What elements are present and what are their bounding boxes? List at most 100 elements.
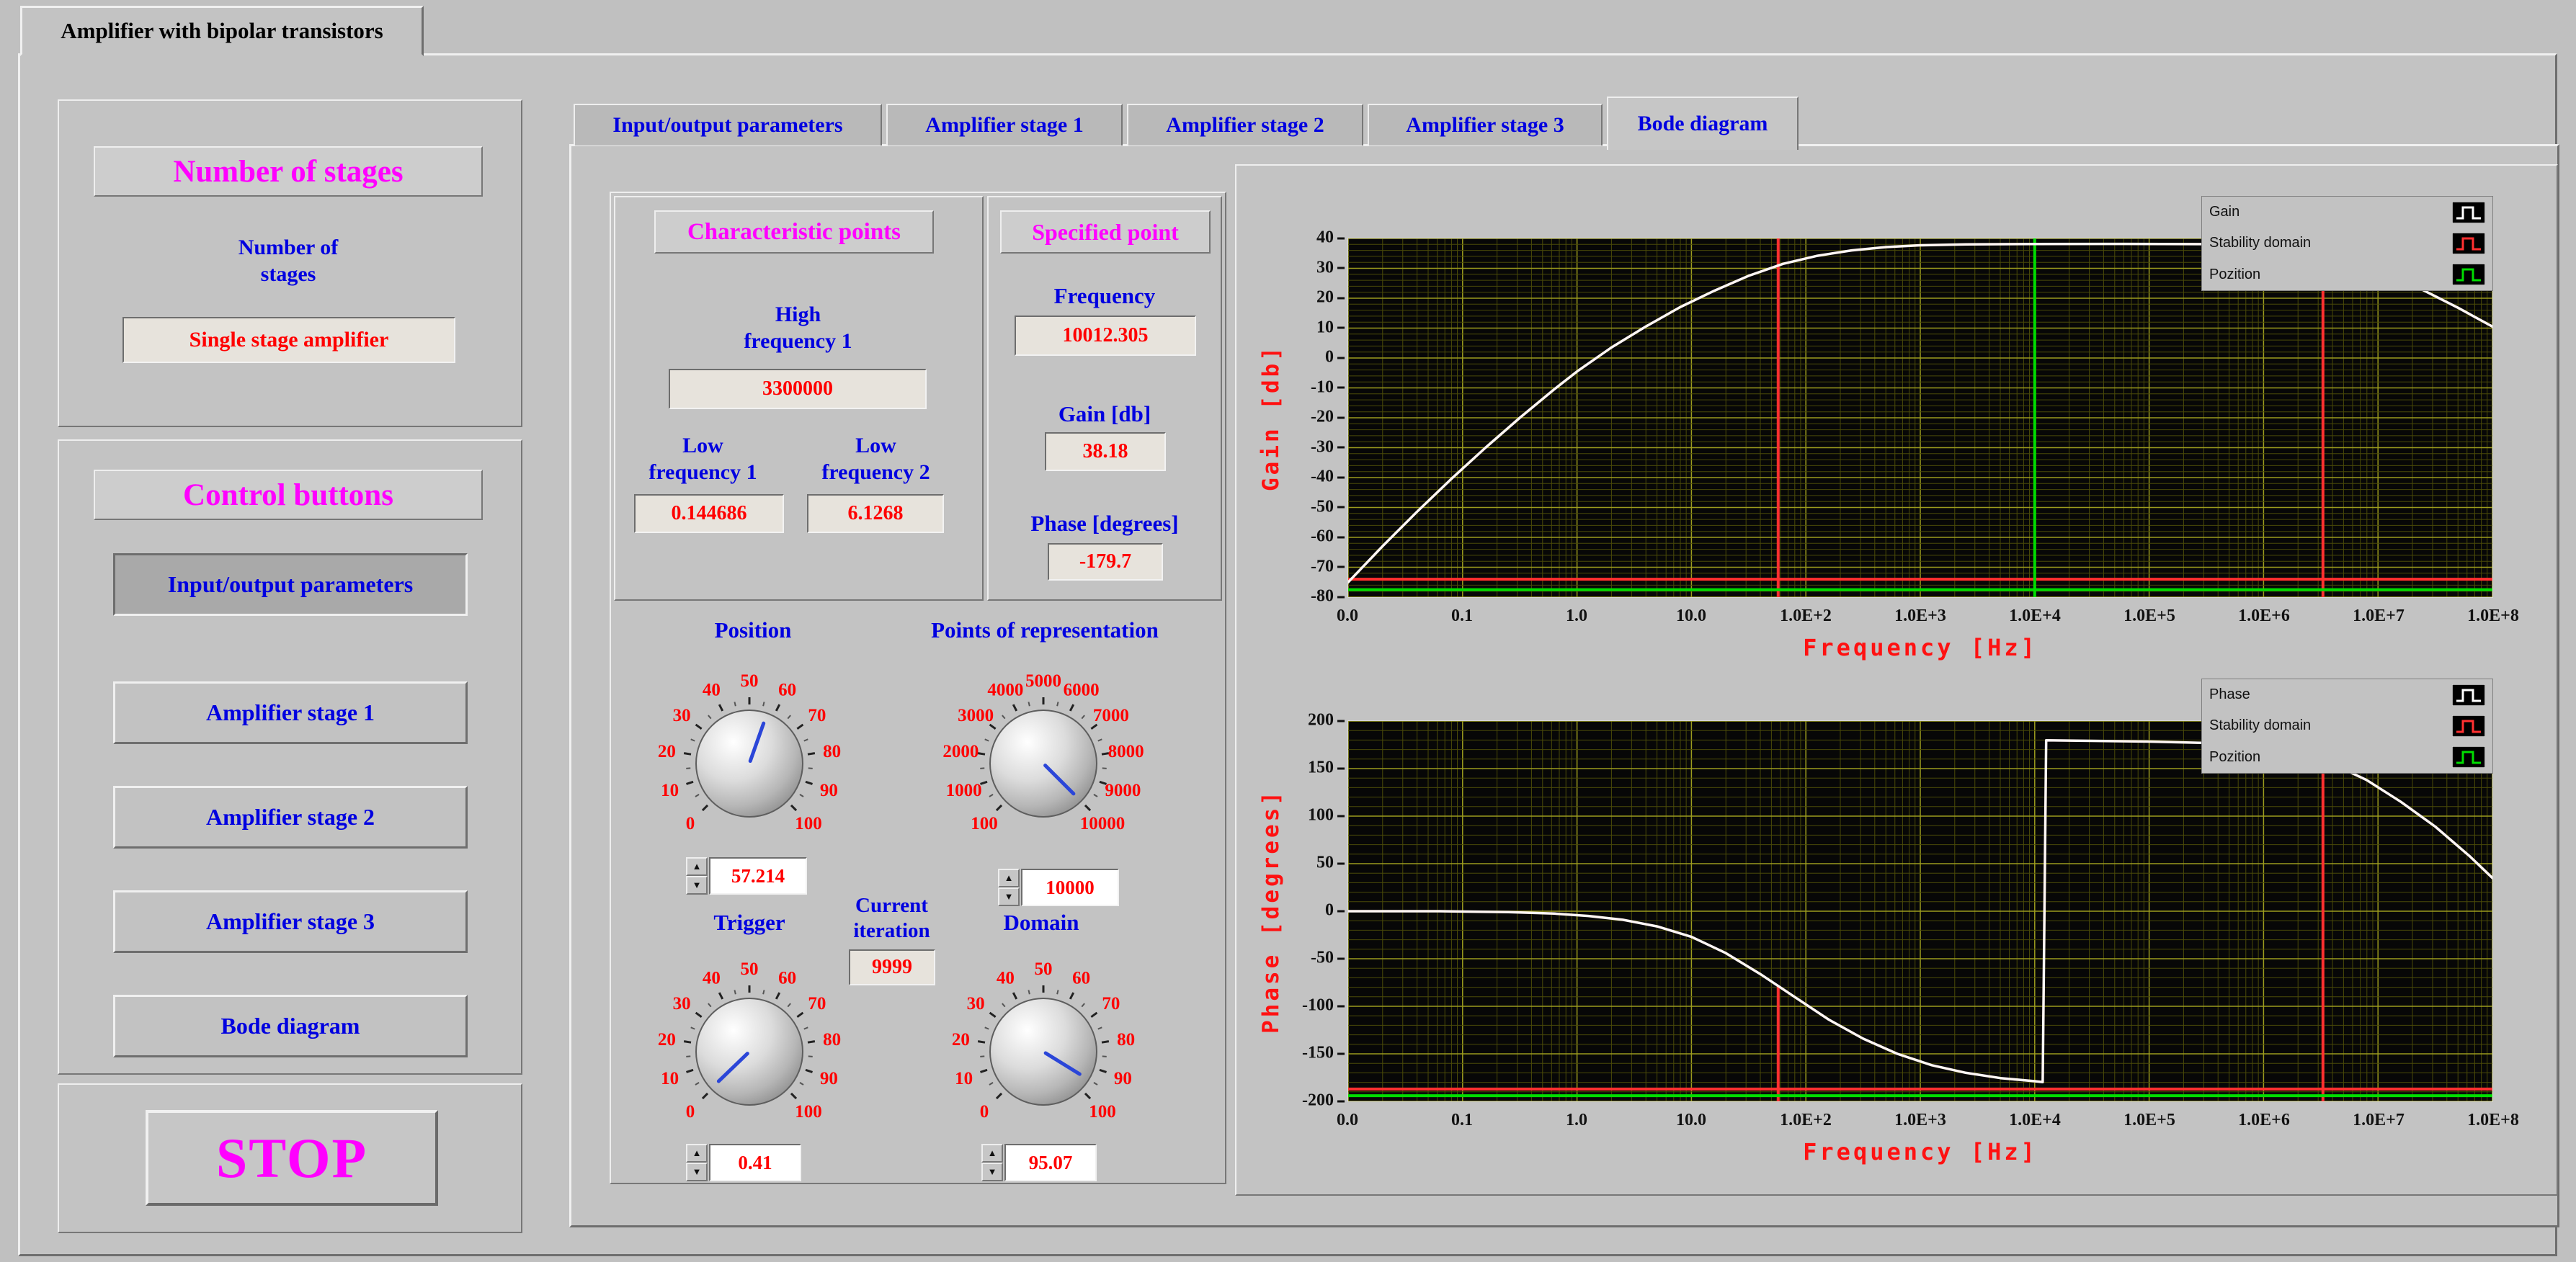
specified-frequency-label: Frequency <box>987 282 1222 309</box>
phase-legend: PhaseStability domain Pozition <box>2201 679 2493 774</box>
position-decrement-button[interactable]: ▼ <box>686 876 708 895</box>
svg-text:10: 10 <box>661 781 679 800</box>
x-tick-label: 1.0E+5 <box>2123 607 2175 626</box>
position-knob[interactable]: 0102030405060708090100 <box>634 648 865 879</box>
svg-text:60: 60 <box>1072 969 1090 988</box>
domain-knob[interactable]: 0102030405060708090100 <box>928 936 1159 1167</box>
legend-item-stability-domain[interactable]: Stability domain <box>2202 228 2492 259</box>
tab-amplifier-stage-3[interactable]: Amplifier stage 3 <box>1368 104 1603 146</box>
svg-text:8000: 8000 <box>1108 742 1144 761</box>
svg-text:80: 80 <box>823 742 841 761</box>
bode-diagram-button[interactable]: Bode diagram <box>113 995 468 1057</box>
svg-text:100: 100 <box>795 1102 822 1122</box>
trigger-knob[interactable]: 0102030405060708090100 <box>634 936 865 1167</box>
svg-text:0: 0 <box>686 814 695 833</box>
specified-frequency-value: 10012.305 <box>1015 316 1196 356</box>
svg-text:70: 70 <box>808 706 826 725</box>
amplifier-stage-3-button[interactable]: Amplifier stage 3 <box>113 890 468 953</box>
x-tick-label: 1.0E+5 <box>2123 1111 2175 1130</box>
svg-text:100: 100 <box>1089 1102 1116 1122</box>
y-tick-label: -80 <box>1311 587 1345 607</box>
y-tick-label: -50 <box>1311 949 1345 968</box>
control-buttons-header: Control buttons <box>94 470 483 520</box>
domain-increment-button[interactable]: ▲ <box>981 1144 1003 1163</box>
y-tick-label: -60 <box>1311 527 1345 547</box>
x-tick-label: 10.0 <box>1676 1111 1706 1130</box>
input-output-parameters-button[interactable]: Input/output parameters <box>113 553 468 616</box>
points-spinner: ▲▼ 10000 <box>998 869 1119 906</box>
points-value: 10000 <box>1046 877 1095 899</box>
svg-text:20: 20 <box>952 1030 970 1050</box>
gain-x-ticks: 0.00.11.010.01.0E+21.0E+31.0E+41.0E+51.0… <box>1347 607 2493 631</box>
amplifier-stage-2-button[interactable]: Amplifier stage 2 <box>113 786 468 849</box>
svg-text:70: 70 <box>808 994 826 1013</box>
trigger-decrement-button[interactable]: ▼ <box>686 1163 708 1181</box>
svg-text:30: 30 <box>673 706 691 725</box>
domain-value: 95.07 <box>1029 1152 1073 1174</box>
points-decrement-button[interactable]: ▼ <box>998 887 1020 906</box>
y-tick-label: -100 <box>1302 996 1345 1016</box>
specified-point-frame <box>987 196 1222 601</box>
x-tick-label: 1.0E+3 <box>1894 607 1946 626</box>
low-frequency-2-label: Low frequency 2 <box>791 432 961 485</box>
x-tick-label: 1.0E+8 <box>2467 607 2519 626</box>
legend-item-phase[interactable]: Phase <box>2202 679 2492 710</box>
legend-item-gain[interactable]: Gain <box>2202 197 2492 228</box>
svg-text:0: 0 <box>686 1102 695 1122</box>
window-title-tab[interactable]: Amplifier with bipolar transistors <box>20 6 424 56</box>
y-tick-label: 0 <box>1325 901 1345 921</box>
domain-value-field[interactable]: 95.07 <box>1004 1144 1097 1181</box>
points-value-field[interactable]: 10000 <box>1021 869 1119 906</box>
number-of-stages-ring[interactable]: Single stage amplifier <box>122 317 455 363</box>
svg-text:7000: 7000 <box>1093 706 1129 725</box>
number-of-stages-label: Number of stages <box>94 234 483 287</box>
svg-text:5000: 5000 <box>1025 671 1061 691</box>
number-of-stages-value: Single stage amplifier <box>190 328 389 352</box>
tab-bode-diagram[interactable]: Bode diagram <box>1607 97 1799 150</box>
amplifier-stage-1-button[interactable]: Amplifier stage 1 <box>113 681 468 744</box>
legend-item-pozition[interactable]: Pozition <box>2202 259 2492 290</box>
svg-text:40: 40 <box>703 969 721 988</box>
tab-amplifier-stage-1[interactable]: Amplifier stage 1 <box>886 104 1123 146</box>
trigger-increment-button[interactable]: ▲ <box>686 1144 708 1163</box>
legend-label: Pozition <box>2209 749 2260 766</box>
specified-gain-label: Gain [db] <box>987 400 1222 427</box>
gain-plot-area <box>1347 238 2493 598</box>
svg-text:70: 70 <box>1102 994 1120 1013</box>
specified-phase-value: -179.7 <box>1048 543 1163 581</box>
x-tick-label: 0.1 <box>1451 1111 1473 1130</box>
low-frequency-2-value: 6.1268 <box>807 494 944 533</box>
legend-label: Gain <box>2209 204 2239 220</box>
y-tick-label: -200 <box>1302 1091 1345 1111</box>
svg-text:90: 90 <box>820 1069 838 1088</box>
y-tick-label: 200 <box>1308 711 1345 730</box>
trigger-value-field[interactable]: 0.41 <box>709 1144 801 1181</box>
svg-text:40: 40 <box>703 681 721 700</box>
x-tick-label: 1.0E+3 <box>1894 1111 1946 1130</box>
legend-item-pozition[interactable]: Pozition <box>2202 742 2492 773</box>
tab-amplifier-stage-2[interactable]: Amplifier stage 2 <box>1127 104 1363 146</box>
trigger-spinner: ▲▼ 0.41 <box>686 1144 801 1181</box>
y-tick-label: -20 <box>1311 408 1345 427</box>
tab-input-output-parameters[interactable]: Input/output parameters <box>574 104 882 146</box>
svg-text:2000: 2000 <box>942 742 979 761</box>
position-spinner: ▲▼ 57.214 <box>686 857 807 895</box>
domain-decrement-button[interactable]: ▼ <box>981 1163 1003 1181</box>
legend-stability-domain-waveform-icon <box>2452 233 2485 254</box>
app-root: Amplifier with bipolar transistors Numbe… <box>0 0 2576 1262</box>
x-tick-label: 0.0 <box>1337 1111 1358 1130</box>
high-frequency-1-label: High frequency 1 <box>663 301 933 354</box>
position-value-field[interactable]: 57.214 <box>709 857 807 895</box>
phase-y-ticks: 200150100500-50-100-150-200 <box>1275 720 1345 1102</box>
position-increment-button[interactable]: ▲ <box>686 857 708 876</box>
x-tick-label: 1.0E+6 <box>2238 1111 2290 1130</box>
legend-pozition-waveform-icon <box>2452 264 2485 285</box>
points-of-representation-knob[interactable]: 1001000200030004000500060007000800090001… <box>928 648 1159 879</box>
phase-x-axis-label: Frequency [Hz] <box>1347 1138 2493 1165</box>
y-tick-label: -40 <box>1311 467 1345 487</box>
domain-knob-label: Domain <box>951 909 1131 936</box>
legend-item-stability-domain[interactable]: Stability domain <box>2202 710 2492 741</box>
stop-button[interactable]: STOP <box>146 1110 438 1206</box>
points-increment-button[interactable]: ▲ <box>998 869 1020 887</box>
low-frequency-1-label: Low frequency 1 <box>618 432 788 485</box>
